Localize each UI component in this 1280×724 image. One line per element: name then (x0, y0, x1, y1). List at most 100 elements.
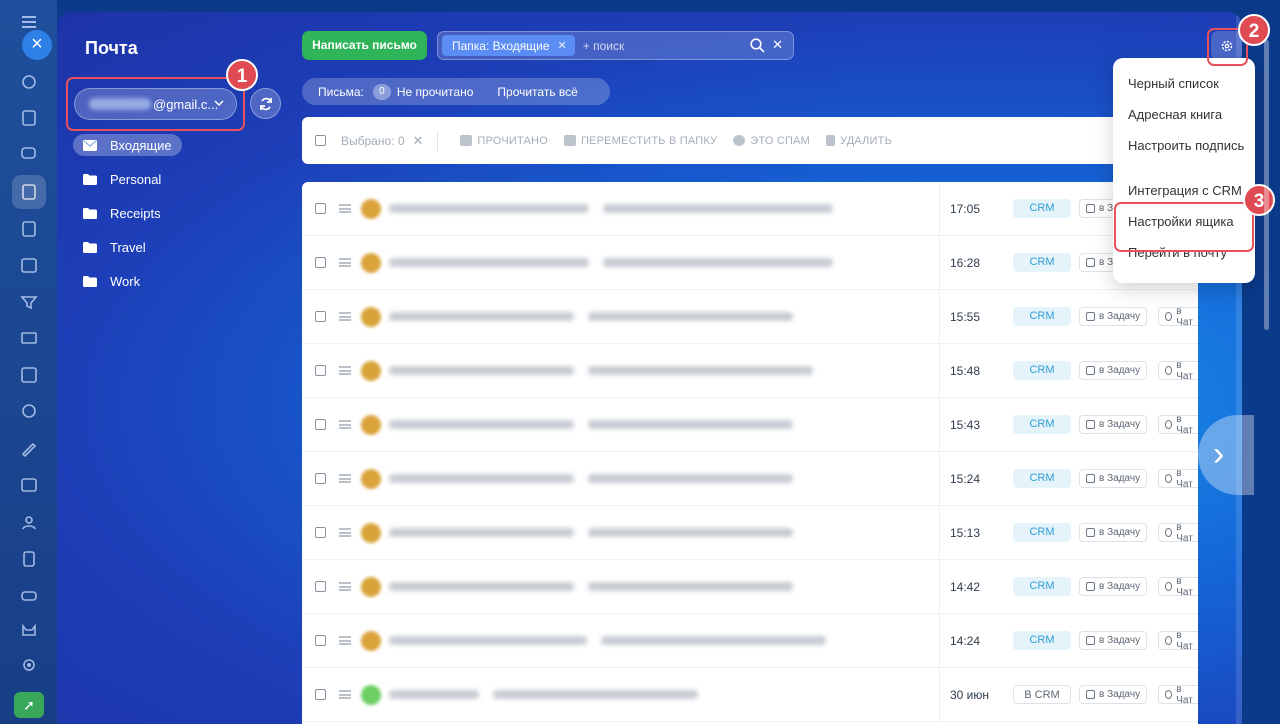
row-checkbox[interactable] (315, 581, 326, 592)
folder-personal[interactable]: Personal (73, 168, 182, 190)
to-chat-button[interactable]: в Чат (1158, 306, 1198, 328)
drag-handle-icon[interactable] (339, 366, 351, 375)
message-row[interactable]: 15:24 CRM в Задачу в Чат (302, 452, 1198, 506)
move-to-folder-action[interactable]: переместить в папку (563, 135, 717, 147)
menu-item-signature[interactable]: Настроить подпись (1113, 135, 1255, 166)
to-chat-button[interactable]: в Чат (1158, 468, 1198, 490)
to-chat-button[interactable]: в Чат (1158, 576, 1198, 598)
message-row[interactable]: 30 июн В CRM в Задачу в Чат (302, 668, 1198, 722)
mail-icon[interactable] (19, 328, 39, 348)
message-row[interactable]: 15:13 CRM в Задачу в Чат (302, 506, 1198, 560)
crm-button[interactable]: CRM (1013, 631, 1071, 650)
to-chat-button[interactable]: в Чат (1158, 360, 1198, 382)
drag-handle-icon[interactable] (339, 258, 351, 267)
folder-work[interactable]: Work (73, 270, 182, 292)
row-checkbox[interactable] (315, 473, 326, 484)
chat-icon[interactable] (19, 144, 39, 164)
goals-icon[interactable] (19, 401, 39, 421)
delete-action[interactable]: удалить (826, 135, 892, 147)
row-checkbox[interactable] (315, 635, 326, 646)
remove-filter-icon[interactable]: ✕ (558, 39, 567, 52)
to-task-button[interactable]: в Задачу (1079, 307, 1148, 326)
storage-icon[interactable] (19, 586, 39, 606)
to-task-button[interactable]: в Задачу (1079, 523, 1148, 542)
clear-search-icon[interactable]: ✕ (772, 37, 783, 53)
message-row[interactable]: 16:28CRMв Задачув Чат (302, 236, 1198, 290)
mail-nav-icon[interactable] (19, 182, 39, 202)
compose-button[interactable]: Написать письмо (302, 31, 427, 60)
search-input[interactable]: + поиск (583, 39, 624, 53)
drag-handle-icon[interactable] (339, 204, 351, 213)
page-scrollbar[interactable] (1264, 40, 1269, 330)
crm-button[interactable]: CRM (1013, 199, 1071, 218)
to-task-button[interactable]: в Задачу (1079, 577, 1148, 596)
clear-selection-icon[interactable]: ✕ (413, 133, 424, 149)
folder-travel[interactable]: Travel (73, 236, 182, 258)
to-task-button[interactable]: в Задачу (1079, 415, 1148, 434)
menu-item-address-book[interactable]: Адресная книга (1113, 104, 1255, 135)
message-row[interactable]: 17:05CRMв Задачув Чат (302, 182, 1198, 236)
row-checkbox[interactable] (315, 527, 326, 538)
to-chat-button[interactable]: в Чат (1158, 414, 1198, 436)
to-chat-button[interactable]: в Чат (1158, 522, 1198, 544)
unread-filter[interactable]: Не прочитано (397, 85, 474, 99)
tasks-icon[interactable] (19, 365, 39, 385)
folder-inbox[interactable]: Входящие (73, 134, 182, 156)
activity-icon[interactable] (19, 72, 39, 92)
drag-handle-icon[interactable] (339, 690, 351, 699)
crm-button[interactable]: CRM (1013, 415, 1071, 434)
file-icon[interactable] (19, 549, 39, 569)
crm-button[interactable]: CRM (1013, 307, 1071, 326)
crm-button[interactable]: CRM (1013, 253, 1071, 272)
menu-icon[interactable] (19, 12, 39, 32)
drag-handle-icon[interactable] (339, 420, 351, 429)
row-checkbox[interactable] (315, 257, 326, 268)
drag-handle-icon[interactable] (339, 474, 351, 483)
crm-button[interactable]: CRM (1013, 523, 1071, 542)
crm-button[interactable]: CRM (1013, 469, 1071, 488)
read-all-button[interactable]: Прочитать всё (497, 85, 577, 99)
mark-read-action[interactable]: прочитано (460, 135, 548, 147)
to-task-button[interactable]: в Задачу (1079, 361, 1148, 380)
crm-button[interactable]: В CRM (1013, 685, 1071, 704)
message-row[interactable]: 14:24 CRM в Задачу в Чат (302, 614, 1198, 668)
drag-handle-icon[interactable] (339, 636, 351, 645)
drag-handle-icon[interactable] (339, 528, 351, 537)
bot-icon[interactable] (19, 620, 39, 640)
refresh-button[interactable] (250, 88, 281, 119)
folder-filter-chip[interactable]: Папка: Входящие ✕ (442, 35, 575, 56)
to-chat-button[interactable]: в Чат (1158, 630, 1198, 652)
crm-button[interactable]: CRM (1013, 577, 1071, 596)
drag-handle-icon[interactable] (339, 582, 351, 591)
contacts-icon[interactable] (19, 512, 39, 532)
folder-receipts[interactable]: Receipts (73, 202, 182, 224)
feed-icon[interactable] (19, 108, 39, 128)
crm-filter-icon[interactable] (19, 292, 39, 312)
message-row[interactable]: 15:43 CRM в Задачу в Чат (302, 398, 1198, 452)
crm-button[interactable]: CRM (1013, 361, 1071, 380)
rocket-icon[interactable]: ➚ (14, 692, 44, 718)
close-slider-button[interactable]: × (22, 30, 52, 60)
to-task-button[interactable]: в Задачу (1079, 631, 1148, 650)
row-checkbox[interactable] (315, 689, 326, 700)
to-task-button[interactable]: в Задачу (1079, 469, 1148, 488)
drag-handle-icon[interactable] (339, 312, 351, 321)
row-checkbox[interactable] (315, 203, 326, 214)
row-checkbox[interactable] (315, 311, 326, 322)
search-icon[interactable] (750, 38, 765, 53)
documents-icon[interactable] (19, 219, 39, 239)
sign-icon[interactable] (19, 438, 39, 458)
select-all-checkbox[interactable] (315, 135, 326, 146)
sites-icon[interactable] (19, 475, 39, 495)
calendar-icon[interactable] (19, 255, 39, 275)
message-row[interactable]: 15:48 CRM в Задачу в Чат (302, 344, 1198, 398)
message-row[interactable]: 14:42 CRM в Задачу в Чат (302, 560, 1198, 614)
to-task-button[interactable]: в Задачу (1079, 685, 1148, 704)
settings-icon[interactable] (19, 655, 39, 675)
menu-item-blacklist[interactable]: Черный список (1113, 73, 1255, 104)
to-chat-button[interactable]: в Чат (1158, 684, 1198, 706)
search-bar[interactable]: Папка: Входящие ✕ + поиск ✕ (437, 31, 794, 60)
row-checkbox[interactable] (315, 365, 326, 376)
message-row[interactable]: 15:55 CRM в Задачу в Чат (302, 290, 1198, 344)
spam-action[interactable]: это спам (733, 135, 810, 147)
